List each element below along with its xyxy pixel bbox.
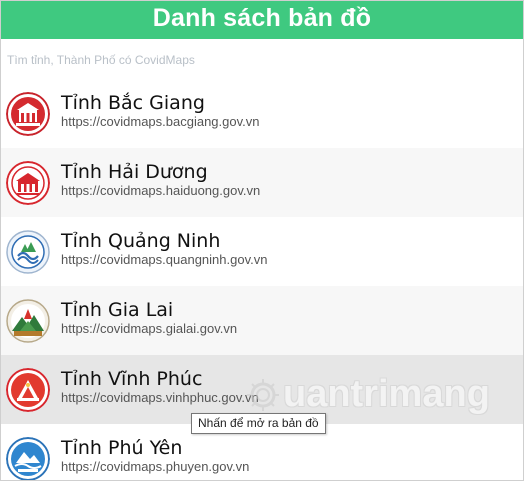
province-url: https://covidmaps.bacgiang.gov.vn [61, 113, 260, 129]
province-url: https://covidmaps.haiduong.gov.vn [61, 182, 261, 198]
page-title: Danh sách bản đồ [1, 1, 523, 39]
list-item-hai-duong[interactable]: Tỉnh Hải Dương https://covidmaps.haiduon… [1, 148, 523, 217]
list-item-gia-lai[interactable]: Tỉnh Gia Lai https://covidmaps.gialai.go… [1, 286, 523, 355]
app-window: Danh sách bản đồ Tỉnh Bắc Giang [0, 0, 524, 481]
gia-lai-emblem-icon [6, 298, 50, 343]
province-name: Tỉnh Hải Dương [61, 160, 208, 183]
province-url: https://covidmaps.quangninh.gov.vn [61, 251, 268, 267]
hai-duong-emblem-icon [6, 160, 50, 205]
bac-giang-emblem-icon [6, 91, 50, 136]
province-name: Tỉnh Vĩnh Phúc [61, 367, 203, 390]
province-name: Tỉnh Quảng Ninh [61, 229, 221, 252]
province-name: Tỉnh Phú Yên [61, 436, 183, 459]
list-item-quang-ninh[interactable]: Tỉnh Quảng Ninh https://covidmaps.quangn… [1, 217, 523, 286]
vinh-phuc-emblem-icon [6, 367, 50, 412]
quang-ninh-emblem-icon [6, 229, 50, 274]
phu-yen-emblem-icon [6, 436, 50, 480]
province-url: https://covidmaps.phuyen.gov.vn [61, 458, 250, 474]
province-url: https://covidmaps.vinhphuc.gov.vn [61, 389, 259, 405]
province-name: Tỉnh Gia Lai [61, 298, 174, 321]
list-item-bac-giang[interactable]: Tỉnh Bắc Giang https://covidmaps.bacgian… [1, 79, 523, 148]
search-bar [1, 39, 523, 79]
province-name: Tỉnh Bắc Giang [61, 91, 205, 114]
tooltip: Nhấn để mở ra bản đồ [191, 413, 326, 434]
province-url: https://covidmaps.gialai.gov.vn [61, 320, 238, 336]
search-input[interactable] [7, 53, 507, 67]
